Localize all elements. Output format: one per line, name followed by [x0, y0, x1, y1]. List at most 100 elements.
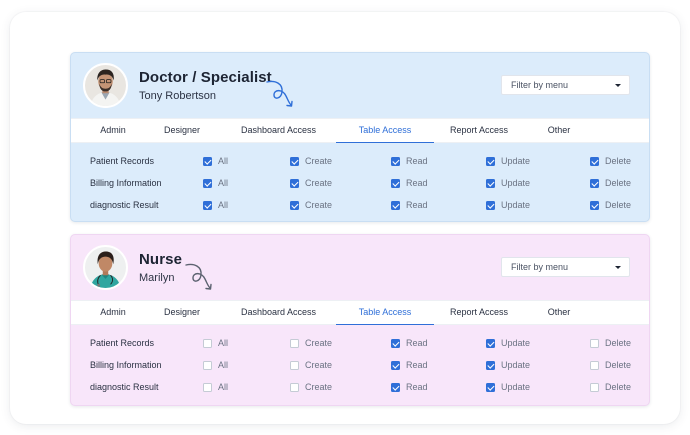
- permission-label: Update: [501, 156, 531, 166]
- avatar: [83, 63, 128, 108]
- filter-placeholder: Filter by menu: [511, 80, 569, 90]
- checkbox[interactable]: [391, 179, 400, 188]
- permission-label: Delete: [605, 360, 632, 370]
- permission-label: Create: [305, 338, 333, 348]
- checkbox[interactable]: [203, 339, 212, 348]
- permission-label: Delete: [605, 382, 632, 392]
- permission-label: Create: [305, 382, 333, 392]
- permission-label: All: [218, 200, 229, 210]
- checkbox[interactable]: [486, 383, 495, 392]
- tab-admin[interactable]: Admin: [89, 301, 137, 325]
- tab-admin[interactable]: Admin: [89, 119, 137, 143]
- checkbox[interactable]: [203, 383, 212, 392]
- checkbox[interactable]: [391, 201, 400, 210]
- permission-label: Delete: [605, 338, 632, 348]
- doctor-avatar-icon: [85, 65, 126, 106]
- checkbox[interactable]: [486, 361, 495, 370]
- table-row: Billing Information All Create Read Update De…: [71, 359, 649, 373]
- permission-label: Read: [406, 338, 428, 348]
- permission-label: All: [218, 178, 229, 188]
- row-label: Billing Information: [90, 360, 162, 370]
- permission-label: Update: [501, 178, 531, 188]
- permission-label: All: [218, 156, 229, 166]
- permission-label: Update: [501, 360, 531, 370]
- checkbox[interactable]: [391, 361, 400, 370]
- checkbox[interactable]: [391, 339, 400, 348]
- permission-label: Read: [406, 200, 428, 210]
- checkbox[interactable]: [590, 157, 599, 166]
- checkbox[interactable]: [391, 383, 400, 392]
- permission-label: Read: [406, 382, 428, 392]
- row-label: Billing Information: [90, 178, 162, 188]
- checkbox[interactable]: [203, 361, 212, 370]
- checkbox[interactable]: [203, 157, 212, 166]
- tab-report-access[interactable]: Report Access: [438, 119, 520, 143]
- permission-label: Update: [501, 338, 531, 348]
- checkbox[interactable]: [391, 157, 400, 166]
- curly-arrow-icon: [266, 80, 293, 107]
- table-row: Billing Information All Create Read Update De…: [71, 177, 649, 191]
- checkbox[interactable]: [290, 179, 299, 188]
- permission-label: Update: [501, 382, 531, 392]
- nurse-avatar-icon: [85, 247, 126, 288]
- filter-dropdown[interactable]: Filter by menu: [501, 75, 630, 95]
- permission-label: Update: [501, 200, 531, 210]
- table-row: Patient Records All Create Read Update Delete: [71, 155, 649, 169]
- permission-label: Create: [305, 178, 333, 188]
- tab-designer[interactable]: Designer: [149, 301, 215, 325]
- tab-dashboard-access[interactable]: Dashboard Access: [231, 119, 326, 143]
- permission-label: Read: [406, 360, 428, 370]
- checkbox[interactable]: [590, 383, 599, 392]
- permission-label: Delete: [605, 156, 632, 166]
- checkbox[interactable]: [590, 179, 599, 188]
- tab-dashboard-access[interactable]: Dashboard Access: [231, 301, 326, 325]
- permission-label: Delete: [605, 178, 632, 188]
- role-card-doctor: Doctor / Specialist Tony Robertson Filte…: [70, 52, 650, 222]
- checkbox[interactable]: [590, 339, 599, 348]
- permission-label: Create: [305, 360, 333, 370]
- tab-designer[interactable]: Designer: [149, 119, 215, 143]
- caret-down-icon: [615, 84, 621, 87]
- tab-bar: Admin Designer Dashboard Access Table Acces…: [71, 118, 649, 143]
- permission-label: All: [218, 382, 229, 392]
- checkbox[interactable]: [486, 179, 495, 188]
- tab-table-access[interactable]: Table Access: [336, 301, 434, 325]
- role-title: Nurse: [139, 251, 183, 268]
- row-label: diagnostic Result: [90, 200, 159, 210]
- checkbox[interactable]: [290, 383, 299, 392]
- table-row: diagnostic Result All Create Read Update Dele…: [71, 199, 649, 213]
- checkbox[interactable]: [486, 201, 495, 210]
- person-name: Marilyn: [139, 272, 175, 284]
- tab-other[interactable]: Other: [531, 301, 587, 325]
- permission-label: Create: [305, 200, 333, 210]
- permission-label: Read: [406, 156, 428, 166]
- checkbox[interactable]: [290, 361, 299, 370]
- tab-table-access[interactable]: Table Access: [336, 119, 434, 143]
- checkbox[interactable]: [203, 201, 212, 210]
- checkbox[interactable]: [486, 157, 495, 166]
- permission-label: Create: [305, 156, 333, 166]
- permission-label: All: [218, 360, 229, 370]
- permission-label: Delete: [605, 200, 632, 210]
- filter-placeholder: Filter by menu: [511, 262, 569, 272]
- caret-down-icon: [615, 266, 621, 269]
- checkbox[interactable]: [290, 339, 299, 348]
- curly-arrow-icon: [185, 263, 212, 290]
- filter-dropdown[interactable]: Filter by menu: [501, 257, 630, 277]
- checkbox[interactable]: [590, 201, 599, 210]
- role-title: Doctor / Specialist: [139, 69, 272, 86]
- table-row: Patient Records All Create Read Update Delete: [71, 337, 649, 351]
- person-name: Tony Robertson: [139, 90, 217, 102]
- checkbox[interactable]: [590, 361, 599, 370]
- checkbox[interactable]: [290, 157, 299, 166]
- tab-other[interactable]: Other: [531, 119, 587, 143]
- checkbox[interactable]: [203, 179, 212, 188]
- checkbox[interactable]: [486, 339, 495, 348]
- tab-report-access[interactable]: Report Access: [438, 301, 520, 325]
- row-label: diagnostic Result: [90, 382, 159, 392]
- checkbox[interactable]: [290, 201, 299, 210]
- permission-label: Read: [406, 178, 428, 188]
- row-label: Patient Records: [90, 156, 155, 166]
- table-row: diagnostic Result All Create Read Update Dele…: [71, 381, 649, 395]
- tab-bar: Admin Designer Dashboard Access Table Acces…: [71, 300, 649, 325]
